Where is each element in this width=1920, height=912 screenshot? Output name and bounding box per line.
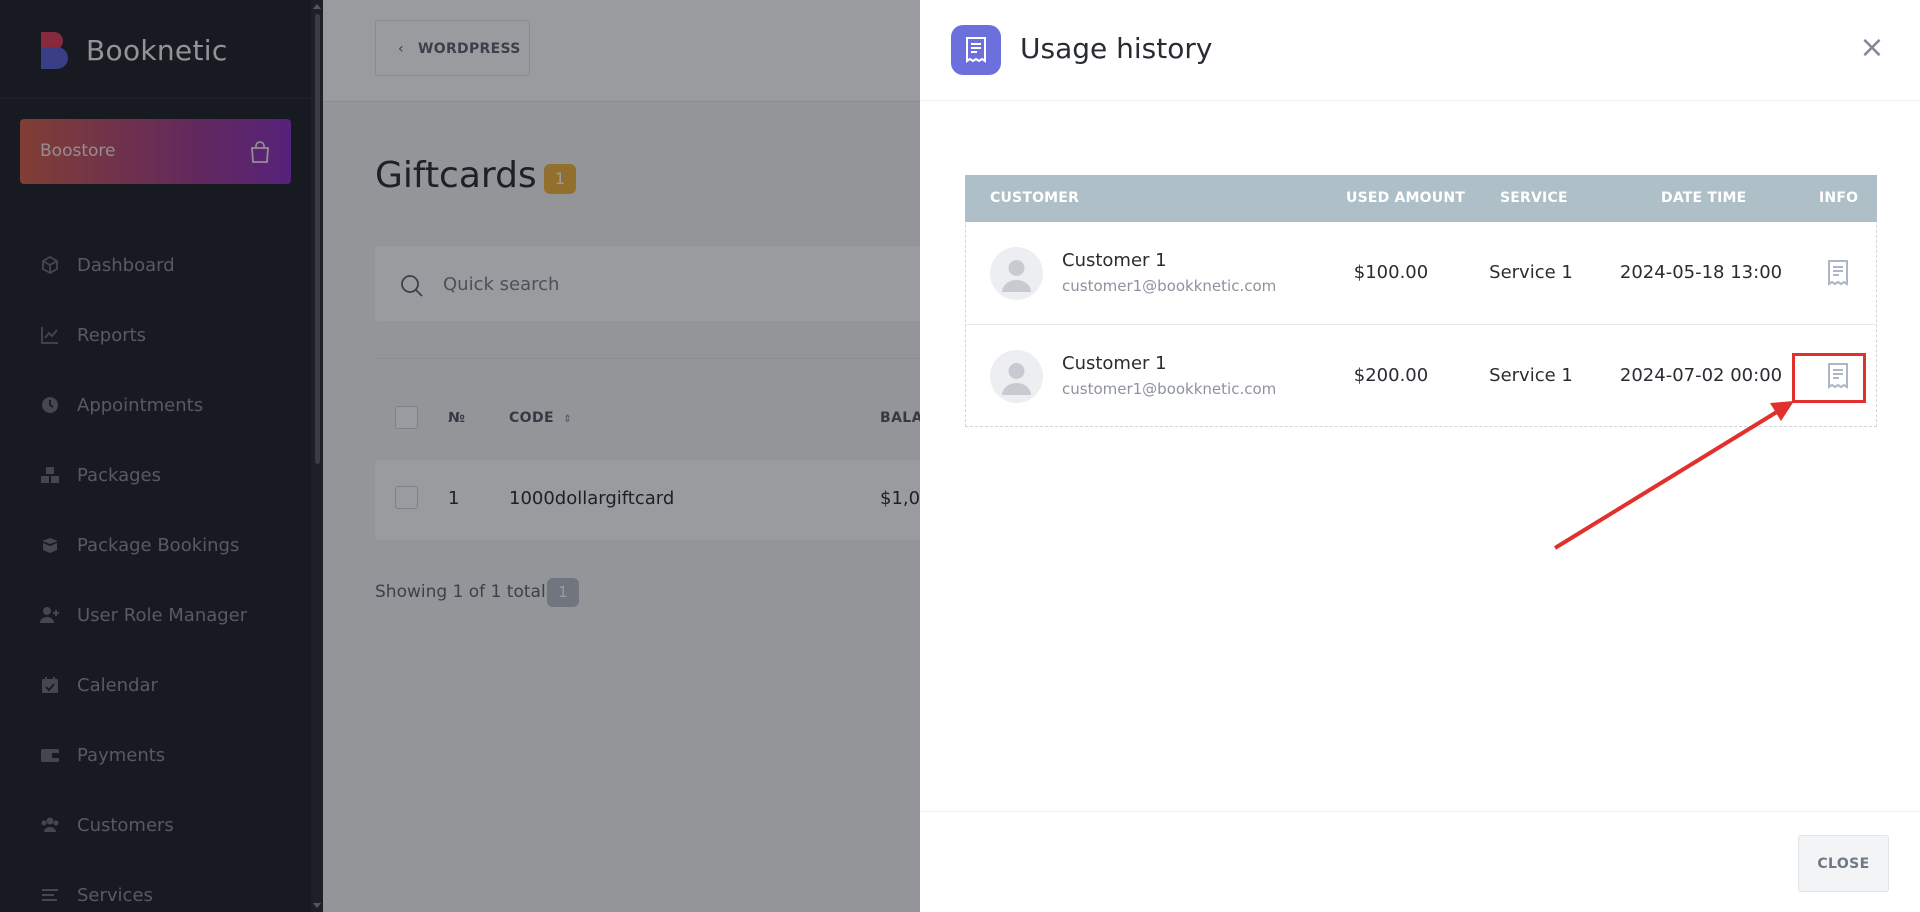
column-header-customer: CUSTOMER [990, 190, 1080, 206]
column-header-info: INFO [1819, 190, 1859, 206]
date-time: 2024-05-18 13:00 [1619, 262, 1783, 283]
info-receipt-icon[interactable] [1823, 258, 1853, 288]
panel-title: Usage history [1020, 32, 1213, 65]
panel-footer-divider [920, 811, 1920, 812]
close-icon[interactable]: × [1857, 33, 1887, 63]
avatar [990, 247, 1043, 300]
column-header-service: SERVICE [1500, 190, 1568, 206]
highlight-box [1792, 353, 1866, 403]
customer-name: Customer 1 [1062, 250, 1167, 271]
customer-email: customer1@bookknetic.com [1062, 277, 1277, 295]
table-row: Customer 1 customer1@bookknetic.com $200… [966, 325, 1876, 428]
used-amount: $200.00 [1353, 365, 1429, 386]
customer-name: Customer 1 [1062, 353, 1167, 374]
service-name: Service 1 [1489, 365, 1573, 386]
close-button[interactable]: CLOSE [1798, 835, 1889, 892]
used-amount: $100.00 [1353, 262, 1429, 283]
column-header-used-amount: USED AMOUNT [1346, 190, 1466, 206]
service-name: Service 1 [1489, 262, 1573, 283]
table-row: Customer 1 customer1@bookknetic.com $100… [966, 222, 1876, 325]
date-time: 2024-07-02 00:00 [1619, 365, 1783, 386]
panel-header: Usage history × [920, 0, 1920, 101]
usage-history-panel: Usage history × CUSTOMER USED AMOUNT SER… [920, 0, 1920, 912]
receipt-icon [951, 25, 1001, 75]
table-header: CUSTOMER USED AMOUNT SERVICE DATE TIME I… [965, 175, 1877, 222]
customer-email: customer1@bookknetic.com [1062, 380, 1277, 398]
usage-history-table: CUSTOMER USED AMOUNT SERVICE DATE TIME I… [965, 175, 1877, 427]
avatar [990, 350, 1043, 403]
column-header-date-time: DATE TIME [1661, 190, 1747, 206]
